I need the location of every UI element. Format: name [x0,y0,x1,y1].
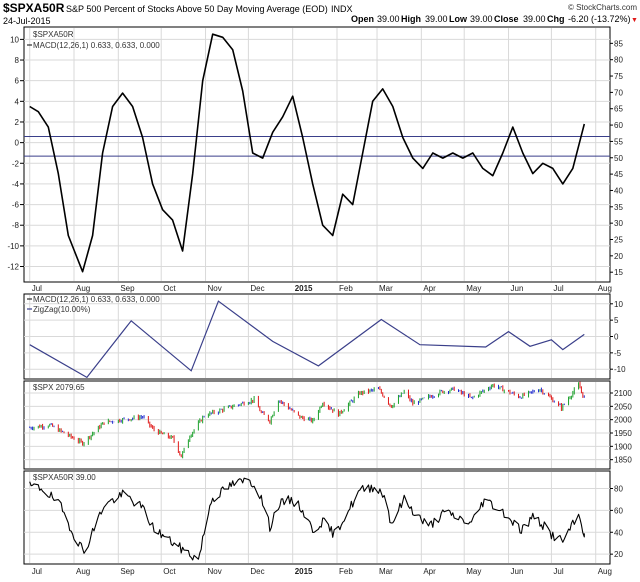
x-tick-label-lower: Aug [598,567,612,576]
header-symbol: $SPXA50R [3,1,65,15]
y-left-tick-label: 2 [15,118,20,127]
y-right-tick-label: 40 [614,186,623,195]
header-description: S&P 500 Percent of Stocks Above 50 Day M… [66,4,328,14]
y-right-tick-label: 35 [614,203,623,212]
y-right-tick-label: 30 [614,219,623,228]
ohlc-high-label: High [401,14,421,24]
x-tick-label-lower: Dec [250,567,264,576]
x-tick-label-lower: Aug [76,567,90,576]
y-left-tick-label: -4 [12,180,20,189]
y-left-tick-label: -6 [12,201,20,210]
x-tick-label-upper: May [466,284,481,293]
header-date: 24-Jul-2015 [3,16,51,26]
x-tick-label-upper: Apr [423,284,436,293]
y-right-tick-label: 5 [614,316,619,325]
y-right-tick-label: 20 [614,252,623,261]
y-right-tick-label: 2100 [614,389,632,398]
header-exchange: INDX [331,4,353,14]
y-right-tick-label: 2000 [614,416,632,425]
y-right-tick-label: 25 [614,236,623,245]
x-tick-label-upper: Nov [208,284,222,293]
ohlc-low-label: Low [449,14,468,24]
x-tick-label-lower: Nov [208,567,222,576]
x-tick-label-upper: Aug [598,284,612,293]
x-tick-label-lower: Jul [553,567,563,576]
y-left-tick-label: -2 [12,159,20,168]
y-right-tick-label: 75 [614,72,623,81]
x-tick-label-lower: 2015 [295,567,313,576]
y-left-tick-label: -12 [7,263,19,272]
y-right-tick-label: 60 [614,121,623,130]
x-tick-label-upper: Mar [379,284,393,293]
ohlc-open-label: Open [351,14,374,24]
y-right-tick-label: 20 [614,550,623,559]
chart-canvas: $SPXA50R S&P 500 Percent of Stocks Above… [0,0,640,577]
x-tick-label-upper: 2015 [295,284,313,293]
y-right-tick-label: 85 [614,39,623,48]
x-tick-label-lower: Jun [511,567,524,576]
y-left-tick-label: 6 [15,77,20,86]
y-right-tick-label: 50 [614,154,623,163]
x-tick-label-upper: Jul [32,284,42,293]
y-right-tick-label: 2050 [614,402,632,411]
macd-legend-zigzag: ZigZag(10.00%) [33,305,91,314]
x-tick-label-lower: Jul [32,567,42,576]
y-right-tick-label: 1850 [614,456,632,465]
macd-legend-macd: MACD(12,26,1) 0.633, 0.633, 0.000 [33,295,160,304]
y-right-tick-label: 55 [614,137,623,146]
x-tick-label-lower: Apr [423,567,436,576]
y-left-tick-label: -8 [12,221,20,230]
x-tick-label-upper: Jun [511,284,524,293]
stockcharts-figure: $SPXA50R S&P 500 Percent of Stocks Above… [0,0,640,577]
x-tick-label-upper: Jul [553,284,563,293]
y-right-tick-label: 15 [614,268,623,277]
x-tick-label-upper: Feb [339,284,353,293]
y-right-tick-label: 80 [614,485,623,494]
y-right-tick-label: 1950 [614,429,632,438]
y-right-tick-label: 0 [614,333,619,342]
y-right-tick-label: 10 [614,300,623,309]
ohlc-close-value: 39.00 [523,14,546,24]
ohlc-open-value: 39.00 [377,14,400,24]
y-left-tick-label: -10 [7,242,19,251]
x-tick-label-lower: May [466,567,481,576]
y-right-tick-label: 80 [614,56,623,65]
y-left-tick-label: 4 [15,97,20,106]
header-copyright: © StockCharts.com [568,3,637,12]
main-legend-macd: MACD(12,26,1) 0.633, 0.633, 0.000 [33,41,160,50]
y-left-tick-label: 0 [15,139,20,148]
x-tick-label-lower: Mar [379,567,393,576]
x-tick-label-lower: Feb [339,567,353,576]
y-right-tick-label: 45 [614,170,623,179]
y-right-tick-label: -5 [614,349,622,358]
y-right-tick-label: 40 [614,528,623,537]
y-left-tick-label: 8 [15,56,20,65]
y-right-tick-label: -10 [614,365,626,374]
ohlc-high-value: 39.00 [425,14,448,24]
x-tick-label-upper: Sep [120,284,135,293]
y-right-tick-label: 60 [614,506,623,515]
ohlc-low-value: 39.00 [470,14,493,24]
x-tick-label-upper: Aug [76,284,90,293]
x-tick-label-lower: Sep [120,567,135,576]
y-right-tick-label: 1900 [614,442,632,451]
chg-down-icon: ▼ [631,17,638,24]
ohlc-chg-value: -6.20 (-13.72%) [568,14,631,24]
spxa50r-legend: $SPXA50R 39.00 [33,473,96,482]
spx-legend: $SPX 2079.65 [33,383,85,392]
x-tick-label-upper: Dec [250,284,264,293]
ohlc-chg-label: Chg [547,14,565,24]
y-right-tick-label: 70 [614,88,623,97]
y-right-tick-label: 65 [614,105,623,114]
x-tick-label-upper: Oct [163,284,176,293]
main-legend-symbol: $SPXA50R [33,30,74,39]
ohlc-close-label: Close [494,14,519,24]
y-left-tick-label: 10 [10,35,19,44]
x-tick-label-lower: Oct [163,567,176,576]
